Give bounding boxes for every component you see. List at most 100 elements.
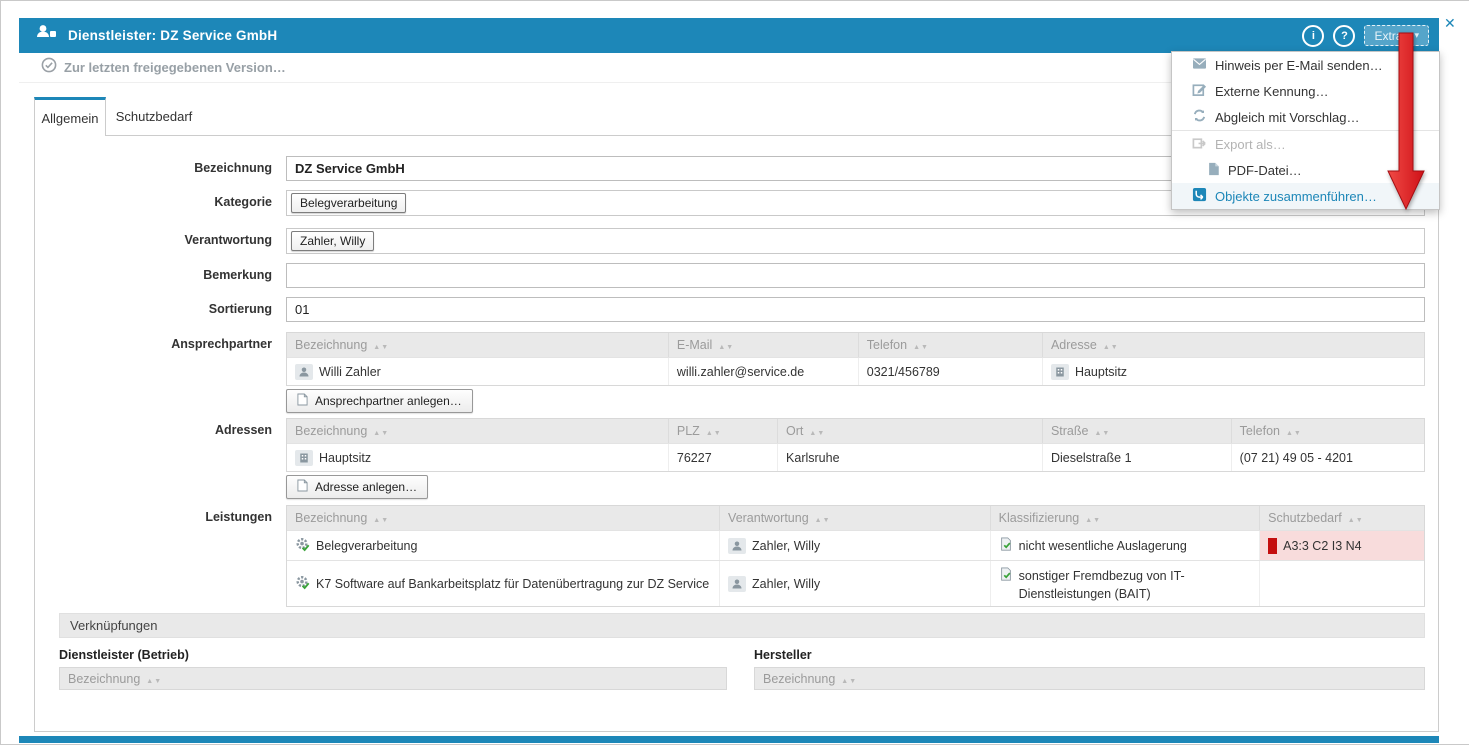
menu-item-abgleich-vorschlag[interactable]: Abgleich mit Vorschlag…: [1172, 104, 1439, 130]
merge-objects-icon: [1192, 187, 1207, 205]
tab-allgemein[interactable]: Allgemein: [34, 97, 106, 136]
protection-level-marker: [1268, 538, 1277, 554]
service-gear-check-icon: [295, 575, 310, 593]
hersteller-table-header[interactable]: Bezeichnung: [754, 667, 1425, 690]
table-header-row: Bezeichnung PLZ Ort Straße Telefon: [287, 419, 1424, 443]
column-header-email[interactable]: E-Mail: [668, 333, 858, 357]
column-header-ort[interactable]: Ort: [777, 419, 1042, 443]
service-owner: Zahler, Willy: [752, 577, 820, 591]
building-icon: [295, 450, 313, 466]
column-header-schutzbedarf[interactable]: Schutzbedarf: [1259, 506, 1424, 530]
verknuepfungen-header: Verknüpfungen: [59, 613, 1425, 638]
column-header-telefon[interactable]: Telefon: [858, 333, 1042, 357]
ansprechpartner-section: Ansprechpartner Bezeichnung E-Mail Telef…: [35, 332, 1438, 386]
service-classification: sonstiger Fremdbezug von IT-Dienstleistu…: [1019, 567, 1251, 603]
content-panel: Bezeichnung Kategorie Belegverarbeitung …: [34, 135, 1439, 732]
menu-item-hinweis-email[interactable]: Hinweis per E-Mail senden…: [1172, 52, 1439, 78]
menu-item-export-als[interactable]: Export als…: [1172, 131, 1439, 157]
check-circle-icon: [41, 57, 57, 78]
adressen-label: Adressen: [35, 418, 272, 472]
extras-button[interactable]: Extras ▾: [1364, 25, 1429, 46]
app-window: Dienstleister: DZ Service GmbH i ? Extra…: [0, 0, 1469, 745]
menu-item-externe-kennung[interactable]: Externe Kennung…: [1172, 78, 1439, 104]
close-icon[interactable]: ✕: [1444, 15, 1456, 32]
kategorie-chip[interactable]: Belegverarbeitung: [291, 193, 406, 213]
service-name: Belegverarbeitung: [316, 539, 417, 553]
bemerkung-label: Bemerkung: [35, 263, 272, 288]
envelope-icon: [1192, 57, 1207, 73]
table-row[interactable]: Belegverarbeitung Zahler, Willy nicht we…: [287, 530, 1424, 560]
sort-icon: [1103, 338, 1119, 352]
leistungen-section: Leistungen Bezeichnung Verantwortung Kla…: [35, 505, 1438, 607]
bezeichnung-label: Bezeichnung: [35, 156, 272, 181]
verantwortung-field[interactable]: Zahler, Willy: [286, 228, 1425, 254]
column-header-plz[interactable]: PLZ: [668, 419, 777, 443]
menu-item-objekte-zusammenfuehren[interactable]: Objekte zusammenführen…: [1172, 183, 1439, 209]
dienstleister-betrieb-table-header[interactable]: Bezeichnung: [59, 667, 727, 690]
sort-icon: [1085, 511, 1101, 525]
building-icon: [1051, 364, 1069, 380]
last-version-link[interactable]: Zur letzten freigegebenen Version…: [64, 60, 286, 75]
info-icon[interactable]: i: [1302, 25, 1324, 47]
verantwortung-row: Verantwortung Zahler, Willy: [35, 228, 1438, 254]
column-header-adresse[interactable]: Adresse: [1042, 333, 1424, 357]
service-classification: nicht wesentliche Auslagerung: [1019, 539, 1187, 553]
column-header-strasse[interactable]: Straße: [1042, 419, 1231, 443]
extras-label: Extras: [1374, 29, 1408, 43]
address-street: Dieselstraße 1: [1042, 444, 1231, 471]
table-row[interactable]: Hauptsitz 76227 Karlsruhe Dieselstraße 1…: [287, 443, 1424, 471]
bemerkung-input[interactable]: [286, 263, 1425, 288]
sort-icon: [706, 424, 722, 438]
address-plz: 76227: [668, 444, 777, 471]
extras-dropdown-menu: Hinweis per E-Mail senden… Externe Kennu…: [1171, 51, 1440, 210]
contact-email: willi.zahler@service.de: [668, 358, 858, 385]
add-ansprechpartner-button[interactable]: Ansprechpartner anlegen…: [286, 389, 473, 413]
sortierung-row: Sortierung: [35, 297, 1438, 322]
protection-level: [1259, 561, 1424, 606]
bemerkung-row: Bemerkung: [35, 263, 1438, 288]
titlebar: Dienstleister: DZ Service GmbH i ? Extra…: [19, 18, 1439, 53]
ansprechpartner-label: Ansprechpartner: [35, 332, 272, 386]
table-row[interactable]: K7 Software auf Bankarbeitsplatz für Dat…: [287, 560, 1424, 606]
address-phone: (07 21) 49 05 - 4201: [1231, 444, 1424, 471]
menu-item-pdf-datei[interactable]: PDF-Datei…: [1172, 157, 1439, 183]
dienstleister-betrieb-label: Dienstleister (Betrieb): [59, 648, 189, 662]
pdf-file-icon: [1207, 162, 1220, 179]
hersteller-label: Hersteller: [754, 648, 812, 662]
classification-check-icon: [999, 567, 1013, 584]
ansprechpartner-table: Bezeichnung E-Mail Telefon Adresse Willi…: [286, 332, 1425, 386]
verantwortung-label: Verantwortung: [35, 228, 272, 254]
column-header-verantwortung[interactable]: Verantwortung: [719, 506, 990, 530]
service-gear-check-icon: [295, 537, 310, 555]
column-header-bezeichnung[interactable]: Bezeichnung: [287, 506, 719, 530]
new-document-icon: [297, 393, 308, 409]
sortierung-input[interactable]: [286, 297, 1425, 322]
person-icon: [728, 538, 746, 554]
sortierung-label: Sortierung: [35, 297, 272, 322]
column-header-klassifizierung[interactable]: Klassifizierung: [990, 506, 1259, 530]
column-header-bezeichnung[interactable]: Bezeichnung: [287, 333, 668, 357]
adressen-table: Bezeichnung PLZ Ort Straße Telefon Haupt…: [286, 418, 1425, 472]
export-icon: [1192, 135, 1207, 153]
table-row[interactable]: Willi Zahler willi.zahler@service.de 032…: [287, 357, 1424, 385]
sort-icon: [373, 424, 389, 438]
sort-icon: [1348, 511, 1364, 525]
classification-check-icon: [999, 537, 1013, 554]
table-header-row: Bezeichnung E-Mail Telefon Adresse: [287, 333, 1424, 357]
person-icon: [728, 576, 746, 592]
protection-level: A3:3 C2 I3 N4: [1283, 539, 1362, 553]
contact-name: Willi Zahler: [319, 365, 381, 379]
verantwortung-chip[interactable]: Zahler, Willy: [291, 231, 374, 251]
column-header-bezeichnung[interactable]: Bezeichnung: [287, 419, 668, 443]
compare-icon: [1192, 108, 1207, 126]
column-header-telefon[interactable]: Telefon: [1231, 419, 1424, 443]
kategorie-label: Kategorie: [35, 190, 272, 216]
sort-icon: [373, 338, 389, 352]
leistungen-label: Leistungen: [35, 505, 272, 607]
service-name: K7 Software auf Bankarbeitsplatz für Dat…: [316, 577, 709, 591]
chevron-down-icon: ▾: [1414, 31, 1419, 40]
add-adresse-button[interactable]: Adresse anlegen…: [286, 475, 428, 499]
help-icon[interactable]: ?: [1333, 25, 1355, 47]
dienstleister-icon: [33, 21, 59, 50]
tab-schutzbedarf[interactable]: Schutzbedarf: [106, 97, 202, 136]
